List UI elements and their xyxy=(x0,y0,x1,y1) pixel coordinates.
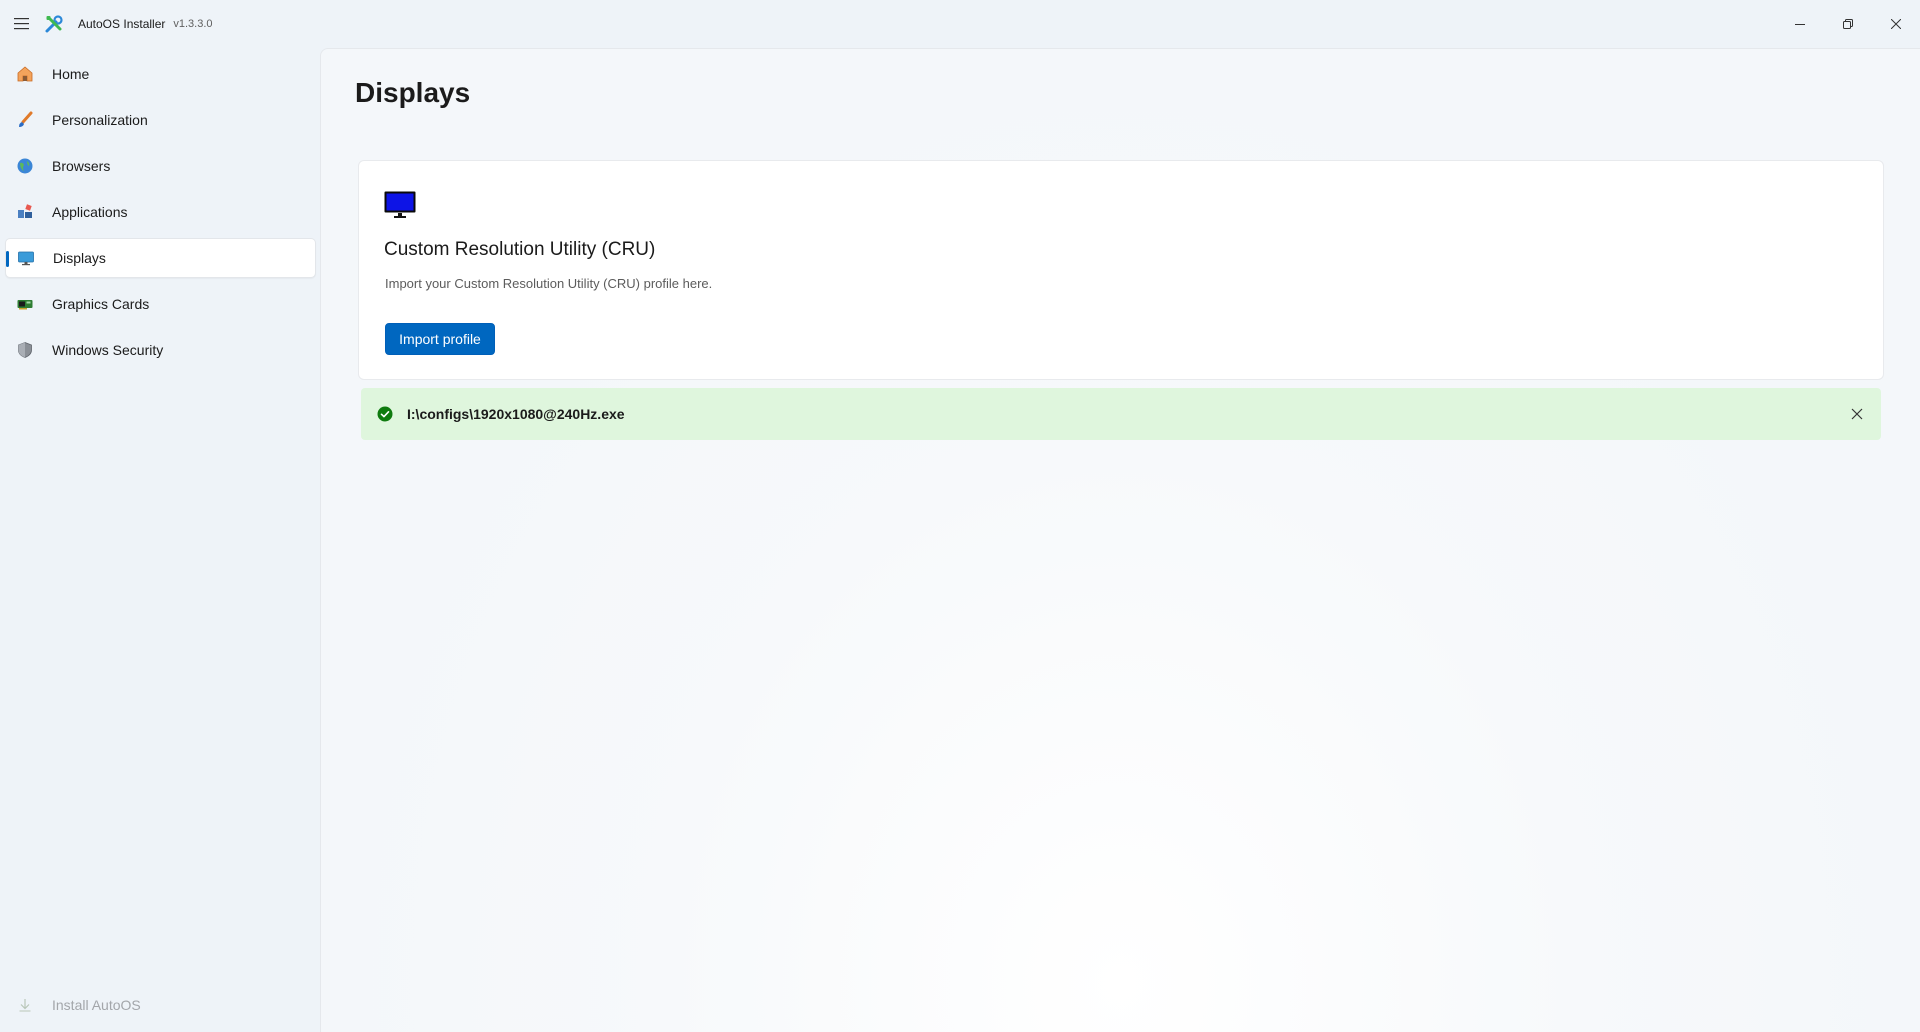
sidebar-item-graphics-cards[interactable]: Graphics Cards xyxy=(5,284,316,324)
wrench-screwdriver-icon xyxy=(44,14,64,34)
close-icon xyxy=(1891,19,1901,29)
title-bar: AutoOS Installer v1.3.3.0 xyxy=(0,0,1920,48)
infobar-message: I:\configs\1920x1080@240Hz.exe xyxy=(407,406,625,422)
sidebar-item-windows-security[interactable]: Windows Security xyxy=(5,330,316,370)
card-title: Custom Resolution Utility (CRU) xyxy=(384,239,656,260)
monitor-icon xyxy=(17,249,35,267)
globe-icon xyxy=(16,157,34,175)
import-profile-button[interactable]: Import profile xyxy=(385,323,495,355)
check-circle-icon xyxy=(377,406,393,422)
success-infobar: I:\configs\1920x1080@240Hz.exe xyxy=(361,388,1881,440)
close-window-button[interactable] xyxy=(1872,0,1920,48)
sidebar-item-label: Personalization xyxy=(52,112,148,128)
card-description: Import your Custom Resolution Utility (C… xyxy=(385,276,713,291)
restore-icon xyxy=(1843,19,1853,29)
close-icon xyxy=(1851,408,1863,420)
hamburger-menu-button[interactable] xyxy=(0,0,44,48)
app-title: AutoOS Installer xyxy=(78,17,166,31)
sidebar-item-label: Graphics Cards xyxy=(52,296,150,312)
sidebar-item-applications[interactable]: Applications xyxy=(5,192,316,232)
sidebar-item-label: Browsers xyxy=(52,158,111,174)
home-icon xyxy=(16,65,34,83)
cru-card: Custom Resolution Utility (CRU) Import y… xyxy=(358,160,1884,380)
page-title: Displays xyxy=(355,77,471,108)
content-pane: Displays Custom Resolution Utility (CRU)… xyxy=(320,48,1920,1032)
shield-icon xyxy=(16,341,34,359)
window-controls xyxy=(1776,0,1920,48)
brush-icon xyxy=(16,111,34,129)
minimize-button[interactable] xyxy=(1776,0,1824,48)
sidebar-item-label: Home xyxy=(52,66,90,82)
sidebar-item-browsers[interactable]: Browsers xyxy=(5,146,316,186)
monitor-icon xyxy=(384,191,416,224)
sidebar-item-personalization[interactable]: Personalization xyxy=(5,100,316,140)
sidebar-item-label: Applications xyxy=(52,204,128,220)
sidebar-item-label: Windows Security xyxy=(52,342,164,358)
restore-button[interactable] xyxy=(1824,0,1872,48)
sidebar-item-displays[interactable]: Displays xyxy=(5,238,316,278)
hamburger-icon xyxy=(14,18,29,30)
apps-icon xyxy=(16,203,34,221)
sidebar-item-label: Displays xyxy=(53,250,106,266)
sidebar-item-label: Install AutoOS xyxy=(52,997,141,1013)
gpu-icon xyxy=(16,295,34,313)
sidebar-item-install-autoos[interactable]: Install AutoOS xyxy=(5,985,316,1025)
infobar-close-button[interactable] xyxy=(1845,402,1869,426)
sidebar: Home Personalization Browsers Applicatio… xyxy=(0,48,320,1032)
app-version: v1.3.3.0 xyxy=(173,18,213,30)
download-icon xyxy=(16,996,34,1014)
minimize-icon xyxy=(1795,24,1805,25)
sidebar-item-home[interactable]: Home xyxy=(5,54,316,94)
